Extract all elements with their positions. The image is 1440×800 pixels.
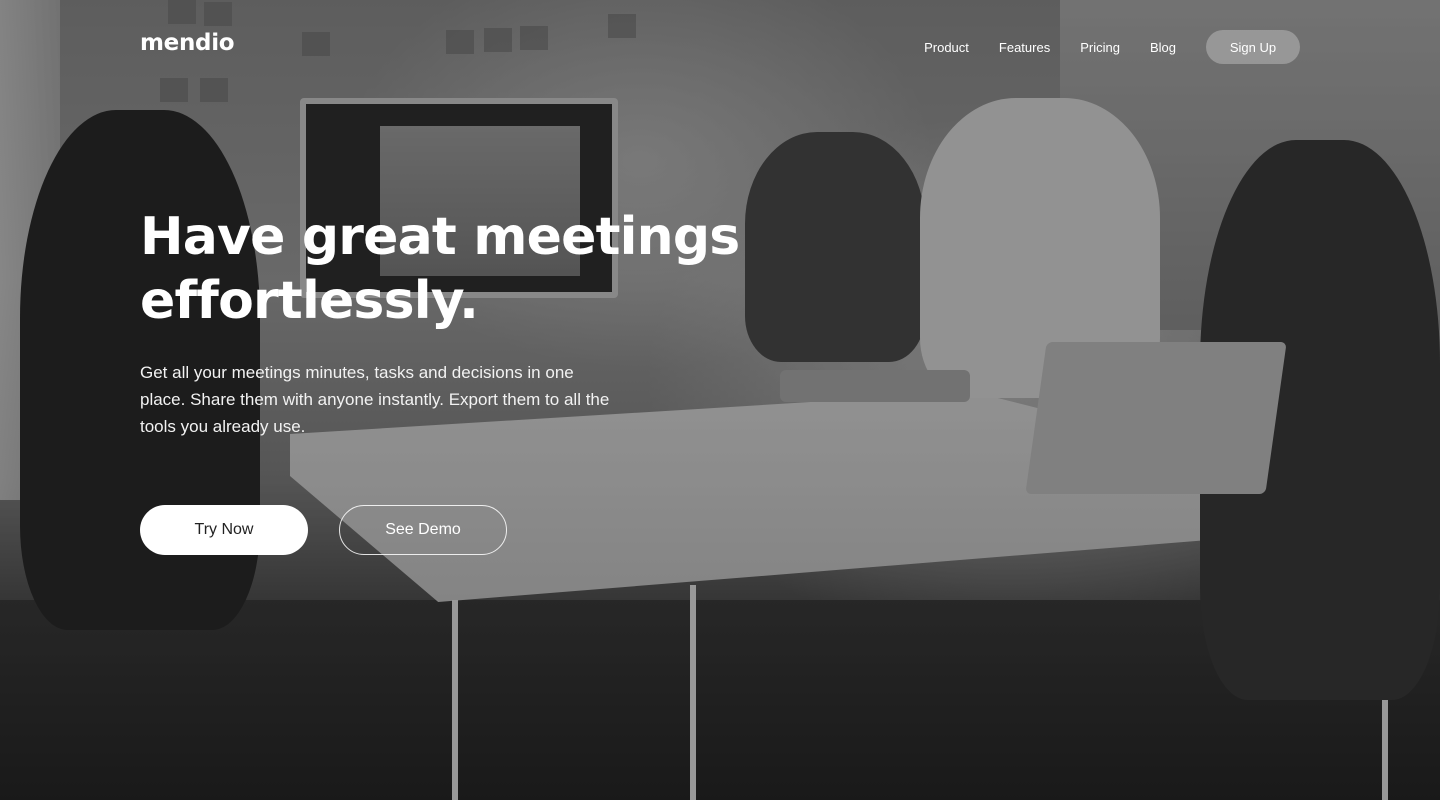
top-navigation: Product Features Pricing Blog Sign Up — [924, 30, 1300, 64]
hero-headline-line-1: Have great meetings — [140, 207, 740, 267]
brand-logo[interactable]: mendio — [140, 30, 235, 56]
nav-link-pricing[interactable]: Pricing — [1080, 40, 1120, 55]
hero-headline-line-2: effortlessly. — [140, 271, 479, 331]
see-demo-button[interactable]: See Demo — [339, 505, 507, 555]
nav-link-product[interactable]: Product — [924, 40, 969, 55]
hero-subtext: Get all your meetings minutes, tasks and… — [140, 363, 610, 436]
nav-link-features[interactable]: Features — [999, 40, 1050, 55]
hero-headline: Have great meetings effortlessly. — [140, 205, 760, 333]
try-now-button[interactable]: Try Now — [140, 505, 308, 555]
nav-link-blog[interactable]: Blog — [1150, 40, 1176, 55]
sign-up-button[interactable]: Sign Up — [1206, 30, 1300, 64]
